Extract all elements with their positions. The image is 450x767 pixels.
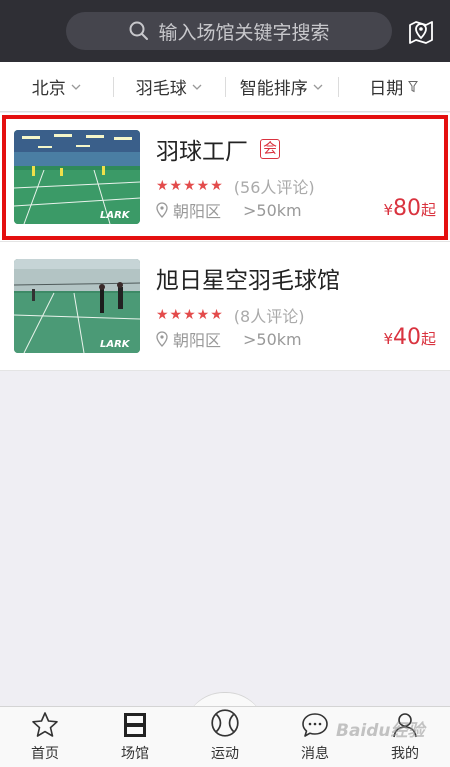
venue-thumbnail: LARK (14, 130, 140, 224)
location-pin-icon (156, 331, 168, 347)
star-rating: ★★★★★ (156, 178, 224, 194)
map-pin-icon (409, 21, 433, 44)
venue-name-text: 旭日星空羽毛球馆 (156, 268, 340, 294)
venue-name-text: 羽球工厂 (156, 139, 248, 165)
currency-symbol: ¥ (383, 201, 393, 219)
review-count: (56人评论) (233, 178, 315, 197)
venue-rating: ★★★★★ (8人评论) (156, 303, 304, 327)
price-suffix: 起 (420, 330, 436, 348)
filter-icon (408, 81, 419, 93)
location-pin-icon (156, 202, 168, 218)
court-icon (124, 713, 146, 737)
tab-messages[interactable]: 消息 (270, 707, 360, 767)
tab-home-label: 首页 (31, 746, 59, 762)
thumb-brand: LARK (100, 339, 131, 350)
filter-sort[interactable]: 智能排序 (225, 62, 338, 111)
star-rating: ★★★★★ (156, 307, 224, 323)
venue-district: 朝阳区 (173, 202, 222, 221)
price-value: 80 (392, 196, 421, 221)
venue-price: ¥40起 (383, 325, 436, 350)
top-bar: 输入场馆关键字搜索 (0, 0, 450, 62)
tab-sports[interactable]: 运动 (180, 707, 270, 767)
map-button[interactable] (404, 14, 438, 48)
price-value: 40 (392, 325, 421, 350)
venue-rating: ★★★★★ (56人评论) (156, 174, 315, 198)
review-count: (8人评论) (233, 307, 305, 326)
tab-profile[interactable]: 我的 (360, 707, 450, 767)
currency-symbol: ¥ (383, 330, 393, 348)
user-icon (393, 713, 417, 738)
venue-thumbnail: LARK (14, 259, 140, 353)
venue-location: 朝阳区 >50km (156, 327, 302, 351)
venue-name: 旭日星空羽毛球馆 (156, 261, 340, 295)
tab-profile-label: 我的 (391, 746, 419, 762)
tab-messages-label: 消息 (301, 746, 329, 762)
filter-date-label: 日期 (369, 79, 404, 99)
thumb-brand: LARK (100, 210, 131, 221)
chevron-down-icon (313, 84, 323, 90)
venue-distance: >50km (243, 200, 302, 220)
ball-icon (211, 709, 239, 737)
chevron-down-icon (192, 84, 202, 90)
filter-sport[interactable]: 羽毛球 (112, 62, 226, 111)
price-suffix: 起 (420, 201, 436, 219)
tab-bar: 首页 场馆 运动 消息 我的 (0, 706, 450, 767)
venue-price: ¥80起 (383, 196, 436, 221)
filter-sort-label: 智能排序 (239, 79, 308, 99)
venue-name: 羽球工厂 会 (156, 132, 280, 166)
venue-distance: >50km (243, 329, 302, 349)
venue-item[interactable]: LARK 羽球工厂 会 ★★★★★ (56人评论) 朝阳区 >50km ¥80起 (0, 113, 450, 242)
filter-city[interactable]: 北京 (0, 62, 113, 111)
chevron-down-icon (71, 84, 81, 90)
filter-date[interactable]: 日期 (337, 62, 450, 111)
venue-district: 朝阳区 (173, 331, 222, 350)
search-icon (129, 21, 149, 40)
search-input[interactable]: 输入场馆关键字搜索 (66, 12, 392, 50)
filter-city-label: 北京 (31, 79, 66, 99)
venue-location: 朝阳区 >50km (156, 198, 302, 222)
venue-list: LARK 羽球工厂 会 ★★★★★ (56人评论) 朝阳区 >50km ¥80起 (0, 113, 450, 371)
member-badge: 会 (260, 139, 280, 159)
tab-sports-label: 运动 (211, 746, 239, 762)
chat-icon (302, 713, 328, 737)
star-icon (32, 712, 58, 737)
tab-venues[interactable]: 场馆 (90, 707, 180, 767)
venue-item[interactable]: LARK 旭日星空羽毛球馆 ★★★★★ (8人评论) 朝阳区 >50km ¥40… (0, 242, 450, 371)
search-placeholder: 输入场馆关键字搜索 (158, 21, 330, 44)
tab-venues-label: 场馆 (121, 746, 149, 762)
filter-bar: 北京 羽毛球 智能排序 日期 (0, 62, 450, 112)
tab-home[interactable]: 首页 (0, 707, 90, 767)
filter-sport-label: 羽毛球 (135, 79, 187, 99)
